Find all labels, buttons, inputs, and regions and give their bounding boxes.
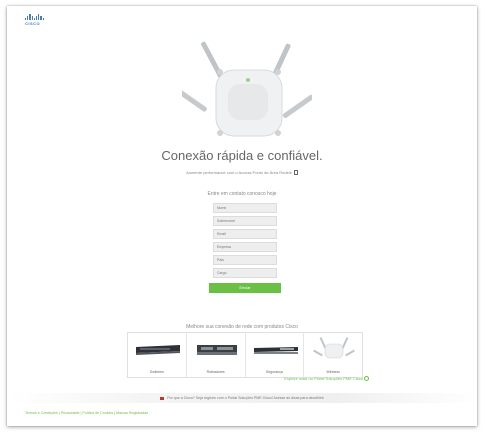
document-icon[interactable]	[293, 170, 298, 176]
footer-links[interactable]: Termos e Condições | Privacidade | Polít…	[25, 411, 148, 415]
product-label: Wireless	[326, 370, 340, 374]
promo-banner[interactable]: Por que a Cisco? Seja registro com o Por…	[7, 393, 477, 403]
product-label: Segurança	[265, 370, 283, 374]
access-point-hero-image	[182, 41, 312, 137]
product-label: Roteadores	[206, 370, 225, 374]
last-name-field[interactable]	[213, 216, 277, 226]
job-title-field[interactable]	[213, 268, 277, 278]
form-heading: Entre em contato conosco hoje	[207, 191, 277, 197]
page-container: CISCO Conexão rápida e confiável. Aument…	[7, 6, 477, 426]
product-card-switches[interactable]: Switches	[128, 333, 186, 377]
cisco-logo[interactable]: CISCO	[25, 14, 47, 28]
arrow-circle-icon	[364, 376, 369, 382]
product-card-routers[interactable]: Roteadores	[186, 333, 245, 377]
gift-icon	[160, 396, 165, 400]
security-appliance-icon	[253, 347, 298, 354]
product-label: Switches	[149, 370, 164, 374]
product-card-wireless[interactable]: Wireless	[304, 333, 362, 377]
subtitle-text: Aumente performance com o Access Ponto d…	[186, 170, 292, 175]
company-field[interactable]	[213, 242, 277, 252]
country-field[interactable]	[213, 255, 277, 265]
product-card-security[interactable]: Segurança	[245, 333, 304, 377]
switch-icon	[136, 345, 180, 355]
email-field[interactable]	[213, 229, 277, 239]
first-name-field[interactable]	[213, 203, 277, 213]
router-icon	[196, 345, 237, 355]
banner-text: Por que a Cisco? Seja registro com o Por…	[167, 396, 324, 400]
access-point-icon	[313, 337, 356, 359]
explore-link[interactable]: Explore mais no Portal Soluções PME Cisc…	[284, 376, 369, 382]
products-grid: Switches Roteadores Segurança Wireless	[127, 332, 363, 378]
cisco-bars-icon	[25, 14, 47, 20]
submit-button[interactable]: Enviar	[209, 283, 281, 293]
page-subtitle: Aumente performance com o Access Ponto d…	[7, 170, 477, 176]
explore-link-text: Explore mais no Portal Soluções PME Cisc…	[284, 376, 363, 381]
products-heading: Melhore sua conexão de rede com produtos…	[186, 324, 298, 330]
logo-wordmark: CISCO	[25, 21, 41, 26]
page-title: Conexão rápida e confiável.	[161, 148, 323, 163]
